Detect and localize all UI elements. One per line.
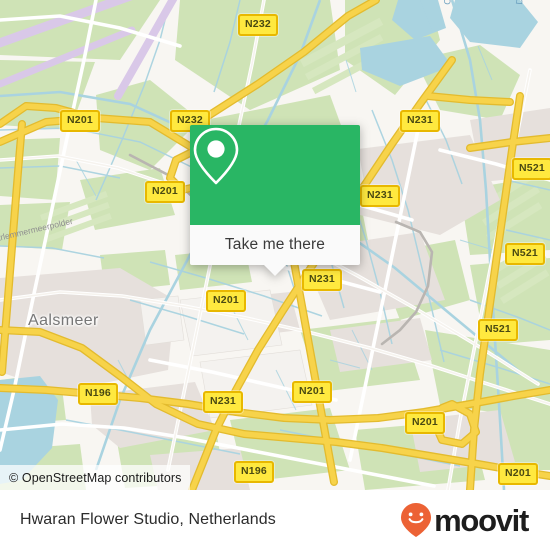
moovit-wordmark: moovit	[434, 502, 529, 538]
road-shield: N231	[360, 185, 400, 207]
road-shield: N521	[505, 243, 545, 265]
location-pin-icon	[193, 127, 239, 185]
road-shield: N201	[206, 290, 246, 312]
road-shield: N521	[512, 158, 550, 180]
take-me-there-label: Take me there	[224, 236, 326, 253]
road-shield: N201	[145, 181, 185, 203]
road-shield: N231	[203, 391, 243, 413]
road-shield: N201	[498, 463, 538, 485]
road-shield: N196	[234, 461, 274, 483]
location-popup-card[interactable]: Take me there	[190, 125, 360, 276]
popup-tail	[264, 265, 286, 276]
moovit-location-card: Aalsmeer Oosteinderpoel De Poel Haarlemm…	[0, 0, 550, 550]
road-shield: N201	[405, 412, 445, 434]
moovit-smiley-pin-icon	[401, 503, 432, 537]
map-canvas[interactable]: Aalsmeer Oosteinderpoel De Poel Haarlemm…	[0, 0, 550, 490]
road-shield: N231	[302, 269, 342, 291]
road-shield: N232	[238, 14, 278, 36]
road-shield: N201	[60, 110, 100, 132]
road-shield: N196	[78, 383, 118, 405]
popup-pin-area	[190, 125, 360, 225]
map-attribution[interactable]: © OpenStreetMap contributors	[0, 465, 190, 490]
moovit-logo[interactable]: moovit	[399, 502, 529, 538]
road-shield: N521	[478, 319, 518, 341]
attribution-text: © OpenStreetMap contributors	[9, 470, 182, 485]
road-shield: N231	[400, 110, 440, 132]
road-shield: N201	[292, 381, 332, 403]
popup-cta-area[interactable]: Take me there	[190, 225, 360, 276]
location-title: Hwaran Flower Studio, Netherlands	[20, 511, 276, 528]
footer-bar: Hwaran Flower Studio, Netherlands moovit	[0, 490, 550, 550]
